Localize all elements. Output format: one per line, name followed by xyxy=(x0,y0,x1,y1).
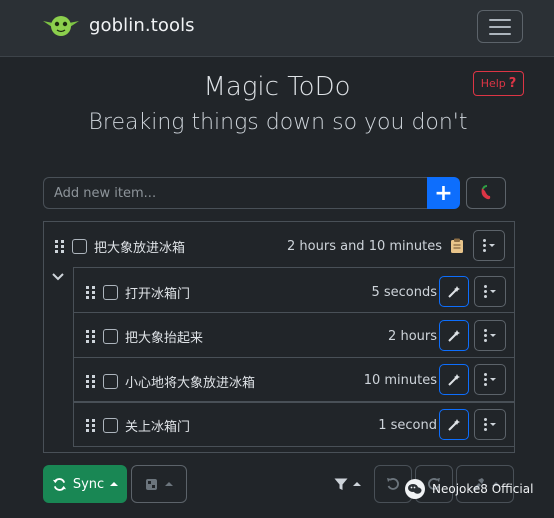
spiciness-button[interactable] xyxy=(466,177,506,209)
kebab-icon xyxy=(484,418,487,431)
caret-down-icon xyxy=(490,334,496,337)
magic-wand-icon xyxy=(448,285,460,298)
navbar: goblin.tools xyxy=(0,0,554,57)
subtask-row: 打开冰箱门 xyxy=(86,283,190,302)
subtask-estimate: 10 minutes xyxy=(363,373,437,388)
layout-button[interactable] xyxy=(131,465,187,503)
filter-icon xyxy=(334,478,347,490)
kebab-icon xyxy=(484,329,487,342)
kebab-icon xyxy=(484,285,487,298)
drag-handle-icon[interactable] xyxy=(86,330,95,343)
menu-toggle-button[interactable] xyxy=(477,10,523,43)
sync-icon xyxy=(52,477,66,491)
subtask-menu-button[interactable] xyxy=(474,364,506,395)
goblin-logo-icon xyxy=(43,16,79,36)
magic-wand-icon xyxy=(448,418,460,431)
chili-pepper-icon xyxy=(481,185,491,200)
magic-wand-icon xyxy=(448,373,460,386)
wechat-icon xyxy=(405,479,425,499)
subtask-text[interactable]: 把大象抬起来 xyxy=(125,327,203,346)
page-title: Magic ToDo xyxy=(203,72,351,102)
caret-up-icon xyxy=(352,482,361,486)
drag-handle-icon[interactable] xyxy=(55,240,64,253)
kebab-icon xyxy=(483,239,486,252)
subtask-row: 关上冰箱门 xyxy=(86,416,190,435)
layout-icon xyxy=(146,478,157,490)
watermark-text: Neojoke8 Official xyxy=(432,482,534,496)
subtask-checkbox[interactable] xyxy=(103,285,118,300)
watermark: Neojoke8 Official xyxy=(404,478,533,500)
task-menu-button[interactable] xyxy=(473,230,505,261)
subtask-menu-button[interactable] xyxy=(474,276,506,307)
subtask-checkbox[interactable] xyxy=(103,329,118,344)
magic-wand-icon xyxy=(448,329,460,342)
breakdown-button[interactable] xyxy=(439,409,469,440)
sync-button[interactable]: Sync xyxy=(43,465,127,503)
hamburger-icon xyxy=(489,18,511,21)
sync-label: Sync xyxy=(72,476,105,492)
subtask-menu-button[interactable] xyxy=(474,320,506,351)
caret-down-icon xyxy=(489,244,495,247)
subtask-text[interactable]: 小心地将大象放进冰箱 xyxy=(125,372,255,391)
kebab-icon xyxy=(484,373,487,386)
undo-icon xyxy=(387,478,399,490)
subtask-menu-button[interactable] xyxy=(474,409,506,440)
page-subtitle: Breaking things down so you don't xyxy=(88,110,468,135)
subtask-text[interactable]: 关上冰箱门 xyxy=(125,416,190,435)
task-estimate: 2 hours and 10 minutes xyxy=(287,239,442,254)
subtask-text[interactable]: 打开冰箱门 xyxy=(125,283,190,302)
drag-handle-icon[interactable] xyxy=(86,375,95,388)
task-row: 把大象放进冰箱 xyxy=(55,237,185,256)
clipboard-icon[interactable] xyxy=(450,238,464,254)
plus-icon: + xyxy=(434,180,453,206)
caret-down-icon xyxy=(490,378,496,381)
subtask-row: 把大象抬起来 xyxy=(86,327,203,346)
add-item-button[interactable]: + xyxy=(427,177,460,209)
subtask-estimate: 2 hours xyxy=(388,329,437,344)
brand-name: goblin.tools xyxy=(89,14,195,36)
subtask-checkbox[interactable] xyxy=(103,374,118,389)
breakdown-button[interactable] xyxy=(439,276,469,307)
breakdown-button[interactable] xyxy=(439,364,469,395)
filter-button[interactable] xyxy=(328,470,366,498)
add-item-input[interactable] xyxy=(43,177,427,209)
drag-handle-icon[interactable] xyxy=(86,286,95,299)
subtask-estimate: 1 second xyxy=(378,418,437,433)
brand-link[interactable]: goblin.tools xyxy=(42,12,195,38)
subtask-estimate: 5 seconds xyxy=(371,285,437,300)
subtask-checkbox[interactable] xyxy=(103,418,118,433)
task-text[interactable]: 把大象放进冰箱 xyxy=(94,237,185,256)
breakdown-button[interactable] xyxy=(439,320,469,351)
caret-up-icon xyxy=(110,482,119,486)
caret-down-icon xyxy=(490,423,496,426)
drag-handle-icon[interactable] xyxy=(86,419,95,432)
subtask-row: 小心地将大象放进冰箱 xyxy=(86,372,255,391)
caret-up-icon xyxy=(165,482,173,486)
task-checkbox[interactable] xyxy=(72,239,87,254)
chevron-down-icon[interactable] xyxy=(51,272,65,282)
caret-down-icon xyxy=(490,290,496,293)
